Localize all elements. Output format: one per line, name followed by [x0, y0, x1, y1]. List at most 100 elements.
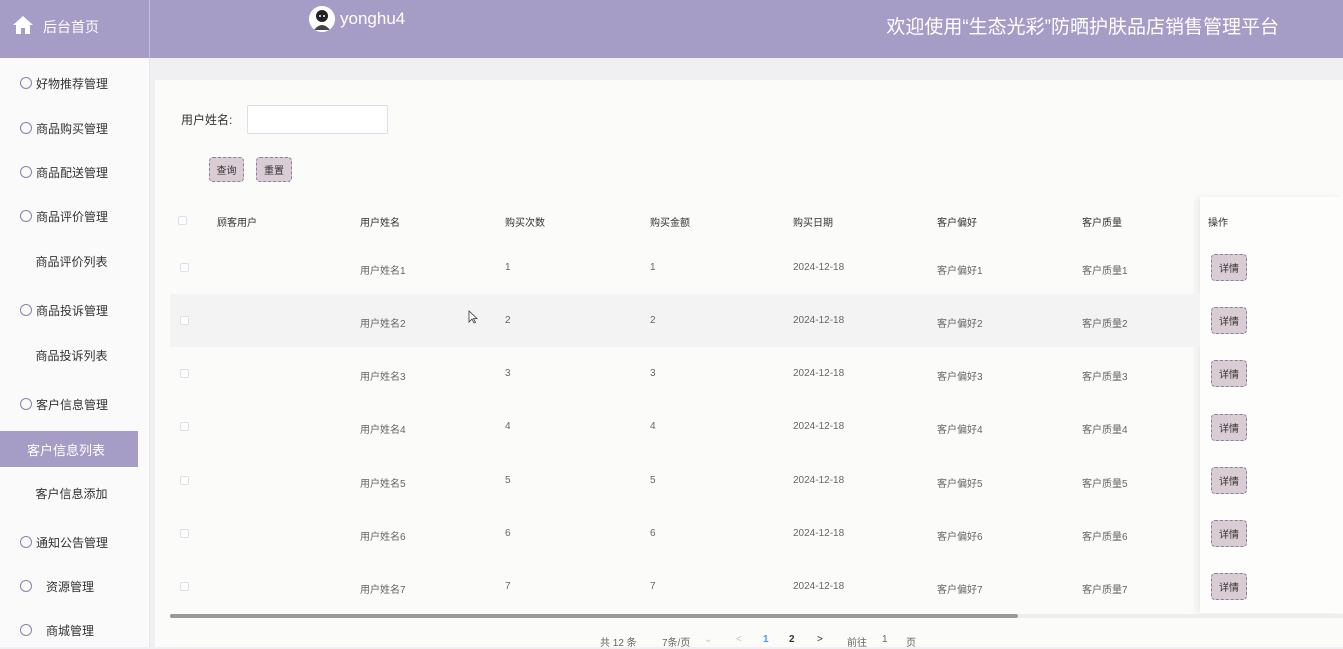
avatar[interactable]	[309, 6, 335, 32]
sidebar-item-label: 商品购买管理	[36, 121, 109, 136]
row-checkbox[interactable]	[180, 422, 189, 431]
cell-pref: 客户偏好4	[937, 425, 983, 436]
prev-page-button[interactable]: <	[736, 634, 742, 645]
compass-icon	[20, 210, 32, 222]
detail-button[interactable]: 详情	[1211, 360, 1247, 387]
cell-name: 用户姓名6	[360, 532, 406, 543]
cell-amount: 7	[650, 581, 656, 592]
cell-date: 2024-12-18	[793, 475, 845, 486]
cell-name: 用户姓名4	[360, 425, 406, 436]
sidebar-item-label: 商品配送管理	[36, 165, 109, 180]
cell-pref: 客户偏好6	[937, 532, 983, 543]
cell-date: 2024-12-18	[793, 315, 845, 326]
sidebar-item-recommend[interactable]: 好物推荐管理	[0, 65, 149, 101]
table-row[interactable]: 用户姓名1 1 1 2024-12-18 客户偏好1 客户质量1	[170, 241, 1200, 294]
cell-count: 2	[505, 315, 511, 326]
chevron-down-icon[interactable]: ⌄	[704, 634, 712, 645]
circle-icon	[20, 580, 32, 592]
home-icon	[13, 16, 33, 34]
sidebar-item-review-list[interactable]: 商品评价列表	[0, 243, 149, 279]
table-header: 顾客用户 用户姓名 购买次数 购买金额 购买日期 客户偏好 客户质量	[170, 200, 1200, 240]
cell-date: 2024-12-18	[793, 368, 845, 379]
col-header-user: 顾客用户	[217, 218, 257, 229]
table-row[interactable]: 用户姓名7 7 7 2024-12-18 客户偏好7 客户质量7	[170, 560, 1200, 613]
row-checkbox[interactable]	[180, 529, 189, 538]
cell-count: 5	[505, 475, 511, 486]
cell-amount: 6	[650, 528, 656, 539]
sidebar-item-label: 商品投诉管理	[36, 303, 109, 318]
cell-name: 用户姓名7	[360, 585, 406, 596]
page-1-button[interactable]: 1	[763, 634, 769, 645]
cell-date: 2024-12-18	[793, 421, 845, 432]
cell-quality: 客户质量1	[1082, 266, 1128, 277]
avatar-icon	[309, 6, 335, 32]
goto-input[interactable]: 1	[882, 634, 888, 645]
cell-name: 用户姓名2	[360, 319, 406, 330]
row-checkbox[interactable]	[180, 263, 189, 272]
cell-count: 1	[505, 262, 511, 273]
cell-quality: 客户质量6	[1082, 532, 1128, 543]
row-checkbox[interactable]	[180, 316, 189, 325]
row-checkbox[interactable]	[180, 582, 189, 591]
reset-button[interactable]: 重置	[256, 157, 292, 182]
sidebar-item-customer[interactable]: 客户信息管理	[0, 386, 149, 422]
detail-button[interactable]: 详情	[1211, 467, 1247, 494]
col-header-name: 用户姓名	[360, 218, 400, 229]
detail-button[interactable]: 详情	[1211, 414, 1247, 441]
cell-amount: 2	[650, 315, 656, 326]
sidebar-item-label: 资源管理	[46, 579, 95, 594]
calendar-check-icon	[20, 398, 32, 410]
cell-pref: 客户偏好5	[937, 479, 983, 490]
sidebar-item-complaint-list[interactable]: 商品投诉列表	[0, 337, 149, 373]
cell-date: 2024-12-18	[793, 528, 845, 539]
sidebar-item-delivery[interactable]: 商品配送管理	[0, 154, 149, 190]
cell-amount: 1	[650, 262, 656, 273]
col-header-count: 购买次数	[505, 218, 545, 229]
sidebar-item-label: 商城管理	[46, 623, 95, 638]
table-scrollbar-thumb[interactable]	[170, 614, 1018, 618]
detail-button[interactable]: 详情	[1211, 573, 1247, 600]
sidebar-item-label: 商品评价列表	[35, 254, 108, 269]
search-label: 用户姓名:	[181, 113, 233, 127]
sidebar-item-customer-add[interactable]: 客户信息添加	[0, 475, 149, 511]
table-row[interactable]: 用户姓名3 3 3 2024-12-18 客户偏好3 客户质量3	[170, 347, 1200, 400]
cell-pref: 客户偏好7	[937, 585, 983, 596]
cell-quality: 客户质量3	[1082, 372, 1128, 383]
top-header: 后台首页 yonghu4 欢迎使用“生态光彩”防晒护肤品店销售管理平台	[0, 0, 1343, 58]
sidebar-item-complaint[interactable]: 商品投诉管理	[0, 292, 149, 328]
detail-button[interactable]: 详情	[1211, 254, 1247, 281]
cell-name: 用户姓名5	[360, 479, 406, 490]
row-checkbox[interactable]	[180, 476, 189, 485]
sidebar-item-label: 客户信息添加	[35, 486, 108, 501]
sidebar-item-label: 通知公告管理	[36, 535, 109, 550]
search-input[interactable]	[247, 105, 388, 134]
cell-count: 3	[505, 368, 511, 379]
sidebar-item-mall[interactable]: 商城管理	[0, 612, 149, 648]
cell-quality: 客户质量4	[1082, 425, 1128, 436]
sidebar-item-label: 商品评价管理	[36, 209, 109, 224]
row-checkbox[interactable]	[180, 369, 189, 378]
sidebar-item-resource[interactable]: 资源管理	[0, 568, 149, 604]
query-button[interactable]: 查询	[209, 157, 244, 182]
table-row[interactable]: 用户姓名4 4 4 2024-12-18 客户偏好4 客户质量4	[170, 400, 1200, 453]
sidebar-item-review[interactable]: 商品评价管理	[0, 198, 149, 234]
detail-button[interactable]: 详情	[1211, 520, 1247, 547]
select-all-checkbox[interactable]	[178, 216, 187, 225]
sidebar-item-customer-list[interactable]: 客户信息列表	[0, 431, 138, 467]
sidebar-item-notice[interactable]: 通知公告管理	[0, 524, 149, 560]
sidebar-item-label: 商品投诉列表	[35, 348, 108, 363]
table-row[interactable]: 用户姓名2 2 2 2024-12-18 客户偏好2 客户质量2	[170, 294, 1200, 347]
table-row[interactable]: 用户姓名5 5 5 2024-12-18 客户偏好5 客户质量5	[170, 454, 1200, 507]
next-page-button[interactable]: >	[817, 634, 823, 645]
detail-button[interactable]: 详情	[1211, 307, 1247, 334]
table-row[interactable]: 用户姓名6 6 6 2024-12-18 客户偏好6 客户质量6	[170, 507, 1200, 560]
cell-pref: 客户偏好1	[937, 266, 983, 277]
cell-amount: 5	[650, 475, 656, 486]
sidebar-item-purchase[interactable]: 商品购买管理	[0, 110, 149, 146]
mouse-cursor-icon	[468, 310, 478, 324]
power-icon	[20, 624, 32, 636]
page-2-button[interactable]: 2	[789, 634, 795, 645]
cell-quality: 客户质量7	[1082, 585, 1128, 596]
gift-icon	[20, 77, 32, 89]
home-link[interactable]: 后台首页	[0, 0, 150, 58]
